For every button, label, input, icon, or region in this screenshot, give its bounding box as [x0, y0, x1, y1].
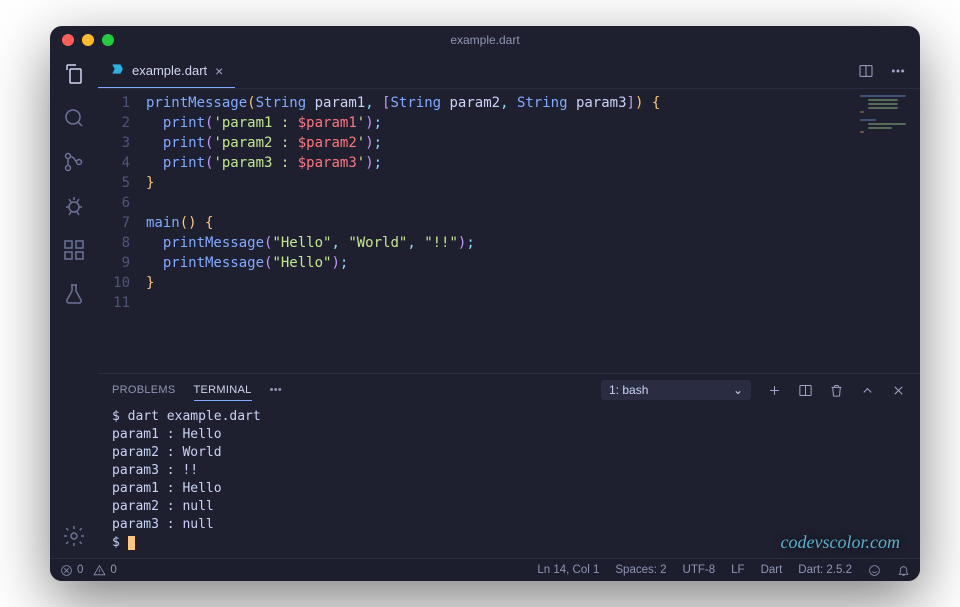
status-errors[interactable]: 0 [60, 564, 83, 577]
split-editor-icon[interactable] [858, 63, 874, 79]
new-terminal-icon[interactable] [767, 383, 782, 398]
terminal-tab[interactable]: TERMINAL [194, 384, 252, 401]
status-indent[interactable]: Spaces: 2 [615, 564, 666, 576]
window-titlebar: example.dart [50, 26, 920, 54]
minimap[interactable] [860, 89, 920, 373]
search-icon[interactable] [62, 106, 86, 130]
testing-icon[interactable] [62, 282, 86, 306]
tab-bar: example.dart × [98, 54, 920, 89]
split-terminal-icon[interactable] [798, 383, 813, 398]
status-eol[interactable]: LF [731, 564, 744, 576]
status-sdk[interactable]: Dart: 2.5.2 [798, 564, 852, 576]
bottom-panel: PROBLEMS TERMINAL ••• 1: bash ⌄ [98, 373, 920, 558]
editor-tab[interactable]: example.dart × [98, 54, 235, 88]
problems-tab[interactable]: PROBLEMS [112, 384, 176, 396]
settings-gear-icon[interactable] [62, 524, 86, 548]
extensions-icon[interactable] [62, 238, 86, 262]
maximize-panel-icon[interactable] [860, 383, 875, 398]
terminal-selector-label: 1: bash [609, 383, 648, 397]
vscode-window: example.dart [50, 26, 920, 581]
dropdown-caret-icon: ⌄ [733, 383, 743, 397]
close-tab-icon[interactable]: × [215, 63, 223, 79]
terminal-output[interactable]: $ dart example.dartparam1 : Helloparam2 … [98, 406, 920, 558]
more-actions-icon[interactable] [890, 63, 906, 79]
minimize-window-button[interactable] [82, 34, 94, 46]
explorer-icon[interactable] [62, 62, 86, 86]
code-content[interactable]: printMessage(String param1, [String para… [146, 93, 860, 373]
status-encoding[interactable]: UTF-8 [683, 564, 716, 576]
window-controls [62, 34, 114, 46]
close-panel-icon[interactable] [891, 383, 906, 398]
notifications-icon[interactable] [897, 564, 910, 577]
zoom-window-button[interactable] [102, 34, 114, 46]
status-bar: 0 0 Ln 14, Col 1 Spaces: 2 UTF-8 LF Dart… [50, 558, 920, 581]
debug-icon[interactable] [62, 194, 86, 218]
editor-area: example.dart × 1234567891011 printMessag… [98, 54, 920, 558]
workbench-body: example.dart × 1234567891011 printMessag… [50, 54, 920, 558]
feedback-icon[interactable] [868, 564, 881, 577]
dart-file-icon [110, 62, 124, 79]
code-editor[interactable]: 1234567891011 printMessage(String param1… [98, 89, 860, 373]
status-language[interactable]: Dart [761, 564, 783, 576]
kill-terminal-icon[interactable] [829, 383, 844, 398]
activity-bar [50, 54, 98, 558]
panel-more-icon[interactable]: ••• [270, 384, 282, 396]
line-gutter: 1234567891011 [98, 93, 146, 373]
source-control-icon[interactable] [62, 150, 86, 174]
close-window-button[interactable] [62, 34, 74, 46]
tab-filename: example.dart [132, 63, 207, 78]
status-warnings[interactable]: 0 [93, 564, 116, 577]
status-position[interactable]: Ln 14, Col 1 [537, 564, 599, 576]
terminal-selector[interactable]: 1: bash ⌄ [601, 380, 751, 400]
window-title: example.dart [50, 33, 920, 47]
